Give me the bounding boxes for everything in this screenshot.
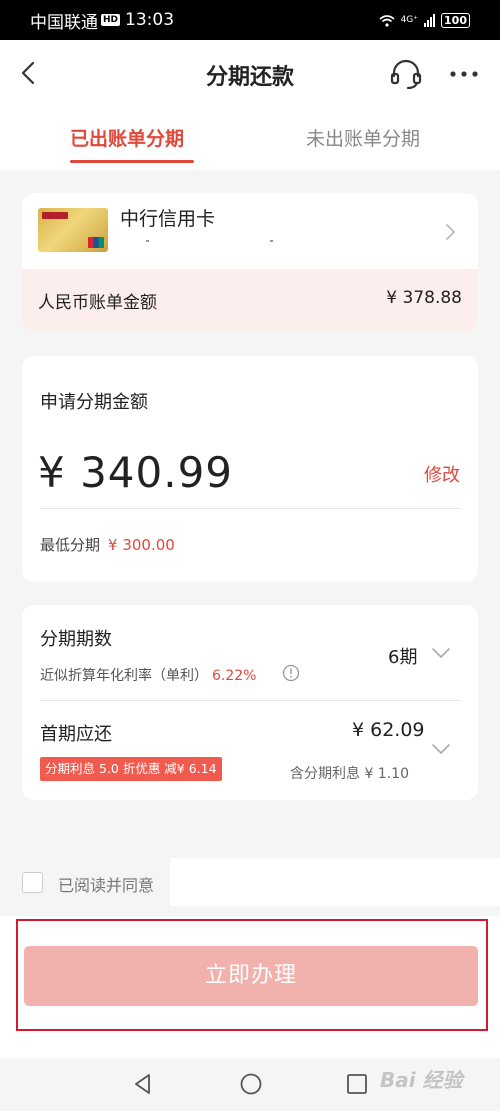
first-payment-label: 首期应还 (40, 724, 112, 745)
more-icon[interactable] (446, 58, 482, 90)
info-icon[interactable] (282, 664, 300, 682)
interest-note: 含分期利息 ¥ 1.10 (290, 766, 409, 782)
battery-icon: 100 (441, 12, 470, 28)
annual-rate-label: 近似折算年化利率（单利） (40, 668, 208, 684)
nav-recent-icon[interactable] (345, 1072, 369, 1096)
nav-home-icon[interactable] (239, 1072, 263, 1096)
annual-rate: 近似折算年化利率（单利） 6.22% (40, 665, 256, 685)
chevron-down-icon[interactable] (430, 741, 452, 757)
minimum-installment: 最低分期 ¥ 300.00 (40, 534, 175, 555)
periods-label: 分期期数 (40, 629, 112, 650)
annual-rate-value: 6.22% (212, 668, 257, 684)
minimum-installment-label: 最低分期 (40, 536, 101, 554)
page-title: 分期还款 (205, 65, 294, 90)
bill-amount-row: 人民币账单金额 ¥ 378.88 (22, 269, 478, 331)
unionpay-logo (88, 237, 104, 248)
first-payment-amount: ¥ 62.09 (352, 719, 425, 741)
highlight-annotation (16, 919, 488, 1031)
hd-badge: HD (101, 14, 121, 26)
divider (40, 700, 460, 701)
tab-unbilled-installment[interactable]: 未出账单分期 (306, 124, 420, 151)
network-type: 4G⁺ (400, 15, 419, 25)
wifi-icon (379, 14, 395, 27)
watermark: Bai 经验 (380, 1068, 463, 1092)
card-number-masked (120, 234, 300, 248)
agreement-checkbox[interactable] (22, 872, 43, 893)
headset-icon[interactable] (388, 56, 424, 92)
status-bar: 中国联通 HD 13:03 4G⁺ 100 (0, 0, 500, 40)
system-nav-bar: Bai 经验 (0, 1058, 500, 1111)
bank-logo (42, 212, 68, 219)
carrier-name: 中国联通 (30, 12, 98, 33)
apply-amount-panel: 申请分期金额 ¥ 340.99 修改 最低分期 ¥ 300.00 (22, 356, 478, 582)
credit-card-image (38, 208, 108, 252)
divider (40, 508, 460, 509)
installment-panel: 分期期数 近似折算年化利率（单利） 6.22% 6期 首期应还 ¥ 62.09 分… (22, 605, 478, 800)
apply-amount-value: ¥ 340.99 (38, 448, 234, 497)
tab-billed-installment[interactable]: 已出账单分期 (70, 124, 184, 151)
card-name: 中行信用卡 (120, 208, 216, 230)
apply-amount-label: 申请分期金额 (40, 392, 148, 413)
nav-back-icon[interactable] (131, 1072, 155, 1096)
bill-amount-value: ¥ 378.88 (386, 288, 462, 308)
active-tab-indicator (70, 160, 194, 163)
redacted-area (170, 858, 500, 906)
chevron-right-icon[interactable] (440, 222, 460, 242)
bill-amount-label: 人民币账单金额 (38, 293, 157, 313)
nav-bar: 分期还款 (0, 40, 500, 108)
tab-bar: 已出账单分期 未出账单分期 (0, 108, 500, 170)
modify-button[interactable]: 修改 (424, 461, 460, 487)
agreement-text[interactable]: 已阅读并同意 (58, 872, 154, 896)
credit-card-panel[interactable]: 中行信用卡 人民币账单金额 ¥ 378.88 (22, 193, 478, 331)
signal-icon (424, 13, 436, 27)
chevron-down-icon[interactable] (430, 645, 452, 661)
discount-badge: 分期利息 5.0 折优惠 减¥ 6.14 (40, 757, 222, 781)
clock: 13:03 (125, 10, 175, 30)
periods-selector[interactable]: 6期 (388, 643, 417, 669)
minimum-installment-value: ¥ 300.00 (108, 536, 175, 554)
